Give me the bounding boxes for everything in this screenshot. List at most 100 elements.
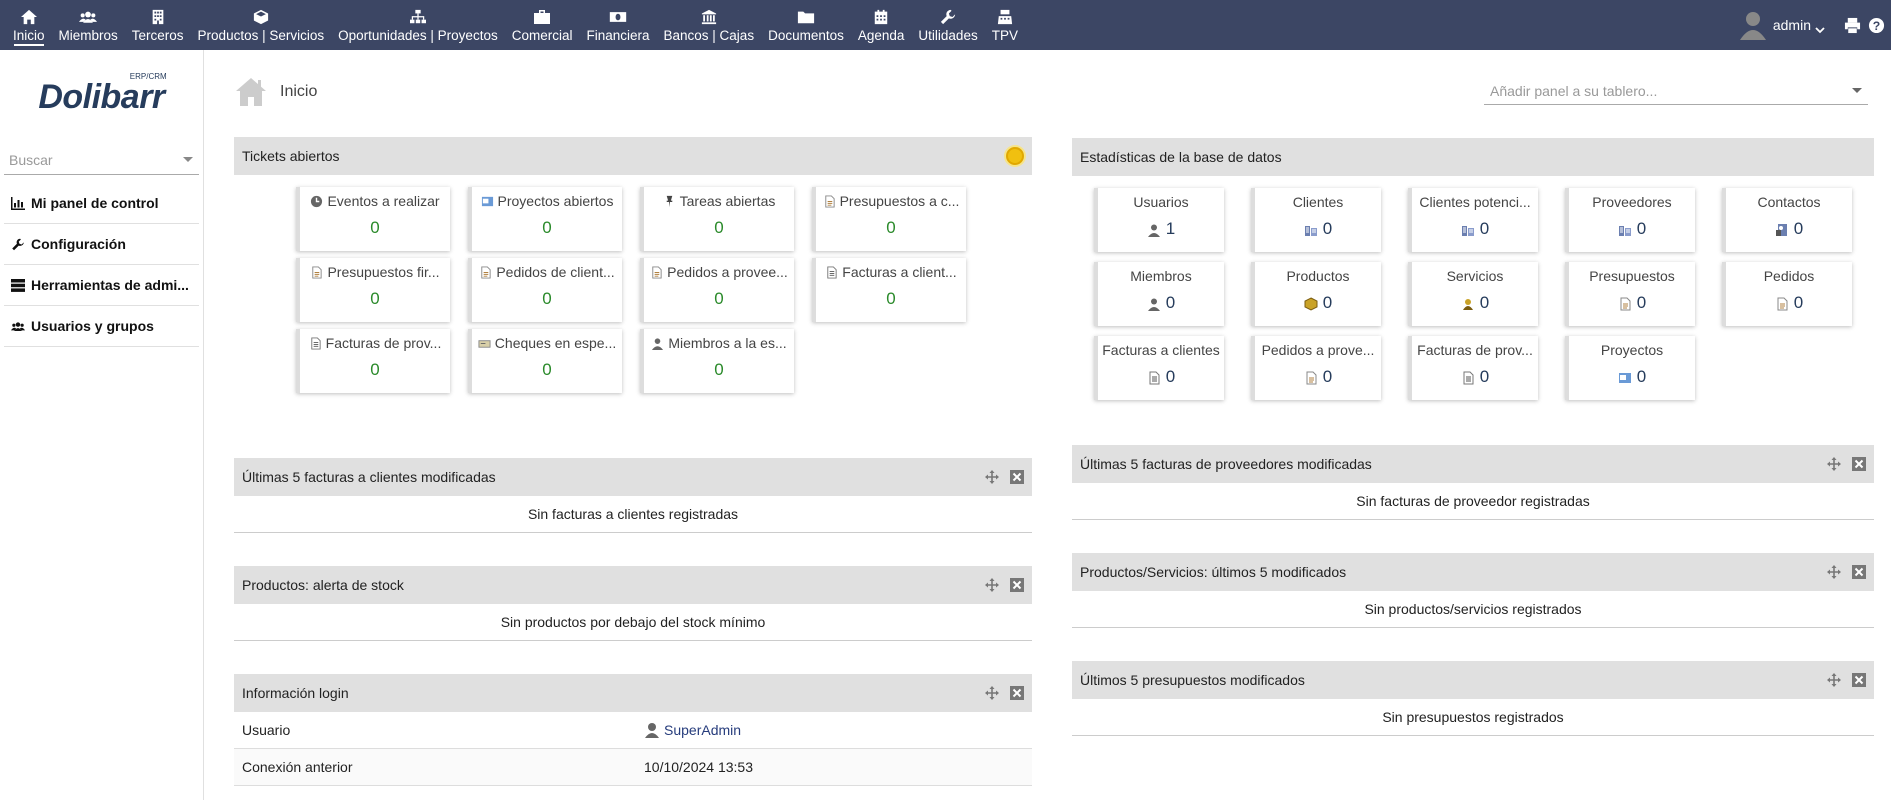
menu-item-label: Mi panel de control <box>31 195 159 211</box>
logo[interactable]: Dolibarr ERP/CRM <box>0 50 203 145</box>
ticket-tile[interactable]: Presupuestos fir... 0 <box>296 258 450 322</box>
move-icon[interactable] <box>1827 565 1841 579</box>
nav-item-utilidades[interactable]: Utilidades <box>911 0 984 50</box>
product-icon <box>1304 296 1318 311</box>
nav-label: Bancos | Cajas <box>663 28 755 43</box>
nav-item-productos[interactable]: Productos | Servicios <box>191 0 332 50</box>
menu-item-label: Usuarios y grupos <box>31 318 154 334</box>
menu-item-usuarios-grupos[interactable]: Usuarios y grupos <box>4 306 199 347</box>
stat-tile[interactable]: Servicios 0 <box>1408 262 1538 326</box>
close-icon[interactable] <box>1852 673 1866 687</box>
tile-value-text: 0 <box>1636 367 1647 386</box>
wrench-icon <box>938 8 958 26</box>
tile-value-text: 0 <box>542 360 552 379</box>
nav-label: Agenda <box>857 28 905 43</box>
ticket-tile[interactable]: Proyectos abiertos 0 <box>468 187 622 251</box>
document-icon <box>479 265 492 279</box>
tile-value: 0 <box>1569 219 1695 239</box>
login-info-box: Información login Usuario SuperAdmin Con… <box>234 674 1032 786</box>
search-select[interactable]: Buscar <box>4 145 199 175</box>
move-icon[interactable] <box>985 686 999 700</box>
nav-item-tpv[interactable]: TPV <box>985 0 1025 50</box>
user-name[interactable]: admin <box>1773 17 1811 33</box>
close-icon[interactable] <box>1010 578 1024 592</box>
stat-tile[interactable]: Contactos 0 <box>1722 188 1852 252</box>
menu-item-herramientas[interactable]: Herramientas de admi... <box>4 265 199 306</box>
supplier-invoices-box: Últimas 5 facturas de proveedores modifi… <box>1072 445 1874 520</box>
ticket-tile[interactable]: Pedidos a provee... 0 <box>640 258 794 322</box>
move-icon[interactable] <box>1827 457 1841 471</box>
search-placeholder: Buscar <box>9 151 53 168</box>
stock-alert-box: Productos: alerta de stock Sin productos… <box>234 566 1032 641</box>
tile-label-text: Eventos a realizar <box>327 193 440 209</box>
tile-label-text: Productos <box>1286 268 1350 284</box>
login-user-value: SuperAdmin <box>664 722 742 738</box>
ticket-tile[interactable]: Pedidos de client... 0 <box>468 258 622 322</box>
tile-value: 0 <box>472 289 622 309</box>
stat-tile[interactable]: Proveedores 0 <box>1565 188 1695 252</box>
login-row-previous: Conexión anterior 10/10/2024 13:53 <box>234 749 1032 786</box>
tile-label: Presupuestos fir... <box>300 264 450 280</box>
nav-item-bancos[interactable]: Bancos | Cajas <box>657 0 762 50</box>
chevron-down-icon[interactable] <box>1815 21 1825 34</box>
ticket-tile[interactable]: Facturas de prov... 0 <box>296 329 450 393</box>
stat-tile[interactable]: Presupuestos 0 <box>1565 262 1695 326</box>
close-icon[interactable] <box>1010 470 1024 484</box>
left-menu: Mi panel de control Configuración Herram… <box>4 183 199 347</box>
cube-icon <box>251 8 271 26</box>
ticket-tile[interactable]: Facturas a client... 0 <box>812 258 966 322</box>
page-title: Inicio <box>280 83 318 100</box>
login-user-link[interactable]: SuperAdmin <box>644 722 741 738</box>
nav-item-comercial[interactable]: Comercial <box>505 0 580 50</box>
nav-item-miembros[interactable]: Miembros <box>52 0 125 50</box>
menu-item-configuracion[interactable]: Configuración <box>4 224 199 265</box>
stat-tile[interactable]: Miembros 0 <box>1094 262 1224 326</box>
close-icon[interactable] <box>1852 565 1866 579</box>
nav-item-documentos[interactable]: Documentos <box>761 0 851 50</box>
ticket-tile[interactable]: Cheques en espe... 0 <box>468 329 622 393</box>
add-panel-select[interactable]: Añadir panel a su tablero... <box>1484 77 1868 105</box>
nav-item-terceros[interactable]: Terceros <box>125 0 191 50</box>
stat-tile[interactable]: Clientes 0 <box>1251 188 1381 252</box>
move-icon[interactable] <box>985 470 999 484</box>
ticket-tile[interactable]: Eventos a realizar 0 <box>296 187 450 251</box>
tile-value-text: 0 <box>1793 219 1804 238</box>
stat-tile[interactable]: Proyectos 0 <box>1565 336 1695 400</box>
stat-tile[interactable]: Productos 0 <box>1251 262 1381 326</box>
nav-item-financiera[interactable]: Financiera <box>579 0 656 50</box>
close-icon[interactable] <box>1852 457 1866 471</box>
tile-value: 0 <box>1255 293 1381 313</box>
menu-item-panel-control[interactable]: Mi panel de control <box>4 183 199 224</box>
login-prev-label: Conexión anterior <box>242 759 353 775</box>
user-avatar-icon[interactable] <box>1739 10 1767 40</box>
tile-label-text: Cheques en espe... <box>494 335 617 351</box>
close-icon[interactable] <box>1010 686 1024 700</box>
nav-item-agenda[interactable]: Agenda <box>851 0 912 50</box>
stat-tile[interactable]: Usuarios 1 <box>1094 188 1224 252</box>
help-icon[interactable]: ? <box>1867 16 1885 34</box>
stat-tile[interactable]: Facturas de prov... 0 <box>1408 336 1538 400</box>
stat-tile[interactable]: Pedidos 0 <box>1722 262 1852 326</box>
stat-tile[interactable]: Clientes potenci... 0 <box>1408 188 1538 252</box>
tile-value-text: 0 <box>370 218 380 237</box>
tile-label-text: Facturas a client... <box>842 264 957 280</box>
ticket-tile[interactable]: Tareas abiertas 0 <box>640 187 794 251</box>
move-icon[interactable] <box>1827 673 1841 687</box>
move-icon[interactable] <box>985 578 999 592</box>
ticket-tile[interactable]: Miembros a la es... 0 <box>640 329 794 393</box>
document-icon <box>1304 370 1318 385</box>
stat-tile[interactable]: Pedidos a prove... 0 <box>1251 336 1381 400</box>
nav-label: Miembros <box>58 28 118 43</box>
proposals-box: Últimos 5 presupuestos modificados Sin p… <box>1072 661 1874 736</box>
tile-value: 0 <box>1412 367 1538 387</box>
box-header: Productos: alerta de stock <box>234 566 1032 604</box>
printer-icon[interactable] <box>1843 16 1861 34</box>
box-header: Información login <box>234 674 1032 712</box>
nav-item-oportunidades[interactable]: Oportunidades | Proyectos <box>331 0 505 50</box>
nav-item-inicio[interactable]: Inicio <box>6 0 52 50</box>
stat-tile[interactable]: Facturas a clientes 0 <box>1094 336 1224 400</box>
wrench-icon <box>10 237 26 251</box>
ticket-tile[interactable]: Presupuestos a c... 0 <box>812 187 966 251</box>
tile-label: Eventos a realizar <box>300 193 450 209</box>
tile-label: Productos <box>1255 268 1381 284</box>
